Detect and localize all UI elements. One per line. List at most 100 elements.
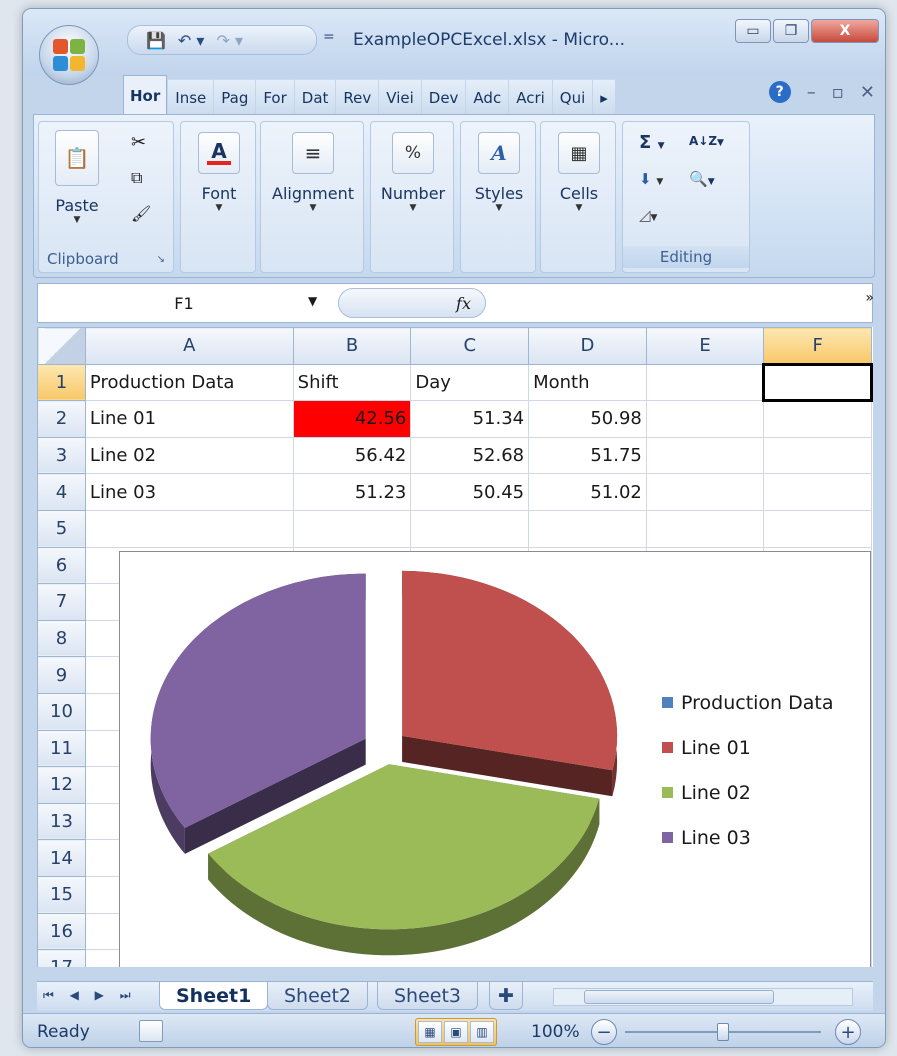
cell-d2[interactable]: 50.98 [528,400,647,438]
empty-cell[interactable] [763,509,872,548]
ribbon-restore-icon[interactable]: ▫ [832,82,844,103]
row-header-14[interactable]: 14 [37,839,86,877]
worksheet-grid[interactable]: A B C D E F 1 Production Data Shift Day … [37,327,873,967]
column-header-e[interactable]: E [645,327,765,365]
minimize-button[interactable]: ▭ [735,19,771,43]
row-header-1[interactable]: 1 [37,363,86,402]
row-header-7[interactable]: 7 [37,583,86,621]
cell-f4[interactable] [763,473,872,511]
insert-function-button[interactable]: fx [338,288,486,318]
cell-c2[interactable]: 51.34 [410,400,530,438]
format-painter-icon[interactable]: 🖌 [131,204,151,223]
empty-cell[interactable] [410,509,530,548]
cell-b4[interactable]: 51.23 [292,473,412,511]
tab-add-ins[interactable]: Adc [466,79,509,115]
cell-e3[interactable] [645,436,765,475]
autosum-icon[interactable]: Σ ▼ [639,132,665,153]
office-button[interactable] [39,25,99,85]
cell-a2[interactable]: Line 01 [84,400,294,438]
row-header-4[interactable]: 4 [37,473,86,511]
row-header-10[interactable]: 10 [37,692,86,731]
number-button[interactable]: % Number ▼ [371,132,455,213]
tab-acrobat[interactable]: Acri [509,79,552,115]
restore-button[interactable]: ❐ [773,19,809,43]
tab-developer[interactable]: Dev [421,79,466,115]
column-header-c[interactable]: C [410,327,530,365]
column-header-f[interactable]: F [763,327,872,365]
row-header-15[interactable]: 15 [37,875,86,914]
cell-e4[interactable] [645,473,765,511]
row-header-2[interactable]: 2 [37,400,86,438]
zoom-slider[interactable] [625,1023,821,1041]
cell-a1[interactable]: Production Data [84,363,294,402]
column-header-d[interactable]: D [528,327,647,365]
tab-view[interactable]: Viei [379,79,421,115]
cell-d1[interactable]: Month [528,363,647,402]
row-header-13[interactable]: 13 [37,802,86,841]
cell-e2[interactable] [645,400,765,438]
sheet-tab-sheet2[interactable]: Sheet2 [267,982,369,1010]
cell-d4[interactable]: 51.02 [528,473,647,511]
expand-formula-bar-button[interactable]: » [865,290,874,306]
row-header-3[interactable]: 3 [37,436,86,475]
copy-icon[interactable]: ⧉ [131,168,142,188]
sort-filter-icon[interactable]: A↓Z▼ [689,134,724,148]
tab-page-layout[interactable]: Pag [214,79,256,115]
cell-a4[interactable]: Line 03 [84,473,294,511]
column-header-a[interactable]: A [84,327,294,365]
empty-cell[interactable] [528,509,647,548]
zoom-slider-thumb[interactable] [717,1023,729,1041]
undo-icon[interactable]: ↶ ▾ [178,31,205,50]
cell-c3[interactable]: 52.68 [410,436,530,475]
pie-slice-line-01[interactable] [402,570,618,771]
tab-review[interactable]: Rev [336,79,379,115]
sheet-navigation-icons[interactable]: ⏮ ◀ ▶ ⏭ [43,988,137,1003]
row-header-8[interactable]: 8 [37,619,86,658]
cell-e1[interactable] [645,363,765,402]
normal-view-icon[interactable]: ▦ [418,1021,442,1043]
cell-c4[interactable]: 50.45 [410,473,530,511]
pie-chart[interactable]: Production Data Line 01 Line 02 Line 03 [119,551,871,967]
tab-insert[interactable]: Inse [168,79,214,115]
tab-data[interactable]: Dat [294,79,336,115]
help-icon[interactable]: ? [768,81,791,103]
page-layout-view-icon[interactable]: ▣ [444,1021,468,1043]
clipboard-launcher-icon[interactable]: ↘ [157,254,165,265]
cell-f3[interactable] [763,436,872,475]
cut-icon[interactable]: ✂ [131,132,146,153]
find-select-icon[interactable]: 🔍▼ [689,170,715,188]
zoom-out-button[interactable]: − [591,1019,617,1045]
paste-button[interactable]: 📋 Paste ▼ [47,130,107,225]
row-header-17[interactable]: 17 [37,949,86,967]
column-header-b[interactable]: B [292,327,412,365]
alignment-button[interactable]: ≡ Alignment ▼ [261,132,365,213]
ribbon-close-icon[interactable]: ✕ [860,82,875,103]
font-button[interactable]: A Font ▼ [181,132,257,213]
pie-slice-line-03[interactable] [150,573,366,828]
row-header-5[interactable]: 5 [37,509,86,548]
close-button[interactable]: X [811,19,879,43]
row-header-11[interactable]: 11 [37,729,86,768]
clear-icon[interactable]: ◿▼ [639,206,657,224]
page-break-view-icon[interactable]: ▥ [470,1021,494,1043]
empty-cell[interactable] [645,509,765,548]
row-header-12[interactable]: 12 [37,766,86,804]
fill-icon[interactable]: ⬇ ▼ [639,170,663,188]
cell-b3[interactable]: 56.42 [292,436,412,475]
cells-button[interactable]: ▦ Cells ▼ [541,132,617,213]
row-header-9[interactable]: 9 [37,656,86,694]
name-box-dropdown-icon[interactable]: ▼ [308,294,317,308]
cell-b2[interactable]: 42.56 [292,400,412,438]
empty-cell[interactable] [292,509,412,548]
cell-f2[interactable] [763,400,872,438]
zoom-level[interactable]: 100% [531,1022,580,1042]
select-all-corner[interactable] [37,327,86,365]
horizontal-scrollbar[interactable] [553,988,853,1006]
tab-home[interactable]: Hor [123,75,168,115]
tab-quick[interactable]: Qui [552,79,593,115]
insert-sheet-icon[interactable]: ✚ [489,982,523,1010]
tab-formulas[interactable]: For [256,79,294,115]
name-box[interactable]: F1 [38,284,330,322]
redo-icon[interactable]: ↷ ▾ [216,31,243,50]
ribbon-minimize-icon[interactable]: – [807,82,816,103]
